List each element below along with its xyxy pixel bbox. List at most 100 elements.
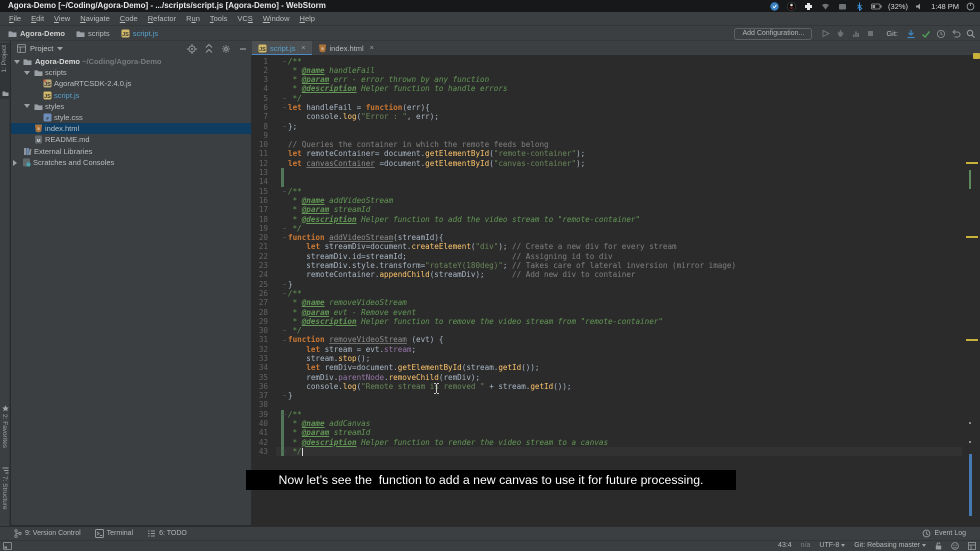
menu-run[interactable]: Run: [181, 14, 205, 23]
tree-item-script.js[interactable]: JS script.js: [11, 90, 251, 101]
toolwindow-button-terminal[interactable]: Terminal: [94, 529, 133, 538]
breadcrumb-script.js[interactable]: JS script.js: [121, 29, 158, 38]
line-separator-widget[interactable]: n/a: [801, 542, 811, 549]
scratch-file-icon: [22, 158, 31, 167]
menu-edit[interactable]: Edit: [26, 14, 49, 23]
locate-file-icon[interactable]: [186, 43, 197, 54]
star-icon: [1, 405, 9, 412]
editor-tab-index.html[interactable]: 5 index.html ×: [312, 41, 380, 56]
toolwindow-button-9-version-control[interactable]: 9: Version Control: [14, 529, 81, 538]
tree-expanded-arrow-icon[interactable]: [24, 104, 30, 109]
status-widgets: 43:4 n/a UTF-8 Git: Rebasing master: [778, 540, 976, 551]
menu-vcs[interactable]: VCS: [232, 14, 257, 23]
tree-collapsed-arrow-icon[interactable]: [12, 160, 17, 167]
tray-network-icon[interactable]: [820, 1, 831, 12]
editor-tab-bar: JS script.js × 5 index.html ×: [252, 41, 980, 56]
js-file-icon: JS: [43, 91, 52, 100]
menu-view[interactable]: View: [49, 14, 75, 23]
event-log-icon: [923, 529, 931, 537]
svg-text:JS: JS: [259, 47, 266, 53]
vcs-update-icon[interactable]: [905, 28, 916, 39]
project-panel-title[interactable]: Project: [30, 44, 53, 53]
tray-obs-icon[interactable]: [786, 1, 797, 12]
run-toolbar: Add Configuration... Git:: [734, 26, 976, 41]
tree-item-readme.md[interactable]: M README.md: [11, 134, 251, 145]
tray-battery-percent: (32%): [888, 1, 909, 11]
history-icon[interactable]: [935, 28, 946, 39]
inspection-indicator[interactable]: [973, 53, 980, 59]
close-tab-icon[interactable]: ×: [370, 45, 374, 52]
menu-code[interactable]: Code: [115, 14, 143, 23]
rollback-icon[interactable]: [950, 28, 961, 39]
menu-window[interactable]: Window: [258, 14, 295, 23]
breadcrumb-agora-demo[interactable]: Agora-Demo: [8, 29, 65, 38]
run-icon[interactable]: [820, 28, 831, 39]
editor-tab-script.js[interactable]: JS script.js ×: [252, 41, 312, 56]
menu-bar: File Edit View Navigate Code Refactor Run Tools…: [0, 12, 980, 26]
tree-item-index.html[interactable]: 5 index.html: [11, 123, 251, 135]
vcs-commit-icon[interactable]: [920, 28, 931, 39]
add-configuration-button[interactable]: Add Configuration...: [734, 27, 813, 40]
sidebar-tab-structure[interactable]: 7: Structure: [0, 466, 10, 524]
tray-extension-icon[interactable]: [803, 1, 814, 12]
html-file-icon: 5: [34, 124, 43, 133]
stop-icon[interactable]: [865, 28, 876, 39]
breadcrumb-scripts[interactable]: scripts: [76, 29, 110, 38]
sidebar-tab-favorites[interactable]: 2: Favorites: [0, 404, 10, 462]
svg-text:M: M: [37, 138, 41, 143]
window-title: Agora-Demo [~/Coding/Agora-Demo] - .../s…: [8, 1, 326, 10]
sidebar-tab-project[interactable]: 1: Project: [0, 43, 10, 99]
caret-position-widget[interactable]: 43:4: [778, 542, 792, 549]
hide-panel-icon[interactable]: [237, 43, 248, 54]
close-tab-icon[interactable]: ×: [301, 45, 305, 52]
tree-item-external-libraries[interactable]: External Libraries: [11, 146, 251, 157]
project-tree: Agora-Demo ~/Coding/Agora-Demo scripts JS A…: [11, 56, 252, 525]
tree-item-style.css[interactable]: # style.css: [11, 112, 251, 123]
code-text[interactable]: /** * @name handleFail * @param err - er…: [288, 57, 736, 457]
tree-item-scripts[interactable]: scripts: [11, 67, 251, 78]
menu-tools[interactable]: Tools: [205, 14, 233, 23]
debug-icon[interactable]: [835, 28, 846, 39]
hector-inspector-icon[interactable]: [951, 541, 959, 550]
tree-expanded-arrow-icon[interactable]: [14, 59, 20, 64]
gear-icon[interactable]: [220, 43, 231, 54]
tray-power-icon[interactable]: [965, 1, 976, 12]
tray-battery-icon[interactable]: [871, 1, 882, 12]
reader-mode-icon[interactable]: [968, 541, 976, 550]
jslib-file-icon: JS: [43, 79, 52, 88]
folder-file-icon: [34, 68, 43, 77]
svg-text:#: #: [46, 116, 49, 121]
menu-navigate[interactable]: Navigate: [75, 14, 115, 23]
tree-expanded-arrow-icon[interactable]: [24, 70, 30, 75]
tree-item-scratches-and-consoles[interactable]: Scratches and Consoles: [11, 157, 251, 168]
tray-volume-icon[interactable]: [914, 1, 925, 12]
folder-file-icon: [23, 57, 32, 66]
system-tray: (32%) 1:48 PM: [769, 0, 976, 12]
md-file-icon: M: [34, 135, 43, 144]
toolwindow-toggle-icon[interactable]: [3, 542, 12, 550]
editor-gutter[interactable]: 1 2 3 4 5 6 7 8 9 10 11 12 13 14 15 16 17 18 19 20 21 22 23 24 2…: [252, 57, 268, 457]
text-caret: [301, 447, 303, 456]
tray-keyboard-icon[interactable]: [837, 1, 848, 12]
search-everywhere-icon[interactable]: [965, 28, 976, 39]
encoding-widget[interactable]: UTF-8: [819, 542, 846, 549]
git-branch-widget[interactable]: Git: Rebasing master: [854, 542, 926, 549]
tray-bluetooth-icon[interactable]: [854, 1, 865, 12]
tree-item-agora-demo[interactable]: Agora-Demo ~/Coding/Agora-Demo: [11, 56, 251, 67]
write-access-lock-icon[interactable]: [935, 541, 942, 550]
tree-item-styles[interactable]: styles: [11, 101, 251, 112]
menu-file[interactable]: File: [4, 14, 26, 23]
structure-icon: [2, 467, 8, 474]
subtitle-overlay: Now let’s see the function to add a new …: [246, 470, 736, 490]
folder-file-icon: [34, 102, 43, 111]
toolwindow-button-6-todo[interactable]: 6: TODO: [147, 529, 187, 538]
menu-help[interactable]: Help: [295, 14, 320, 23]
menu-refactor[interactable]: Refactor: [143, 14, 181, 23]
run-coverage-icon[interactable]: [850, 28, 861, 39]
collapse-all-icon[interactable]: [203, 43, 214, 54]
svg-text:JS: JS: [44, 82, 51, 88]
tray-app-blue-icon[interactable]: [769, 1, 780, 12]
tray-clock[interactable]: 1:48 PM: [931, 2, 959, 11]
tree-item-agorartcsdk-2.4.0.js[interactable]: JS AgoraRTCSDK-2.4.0.js: [11, 78, 251, 89]
event-log-button[interactable]: Event Log: [922, 526, 966, 540]
